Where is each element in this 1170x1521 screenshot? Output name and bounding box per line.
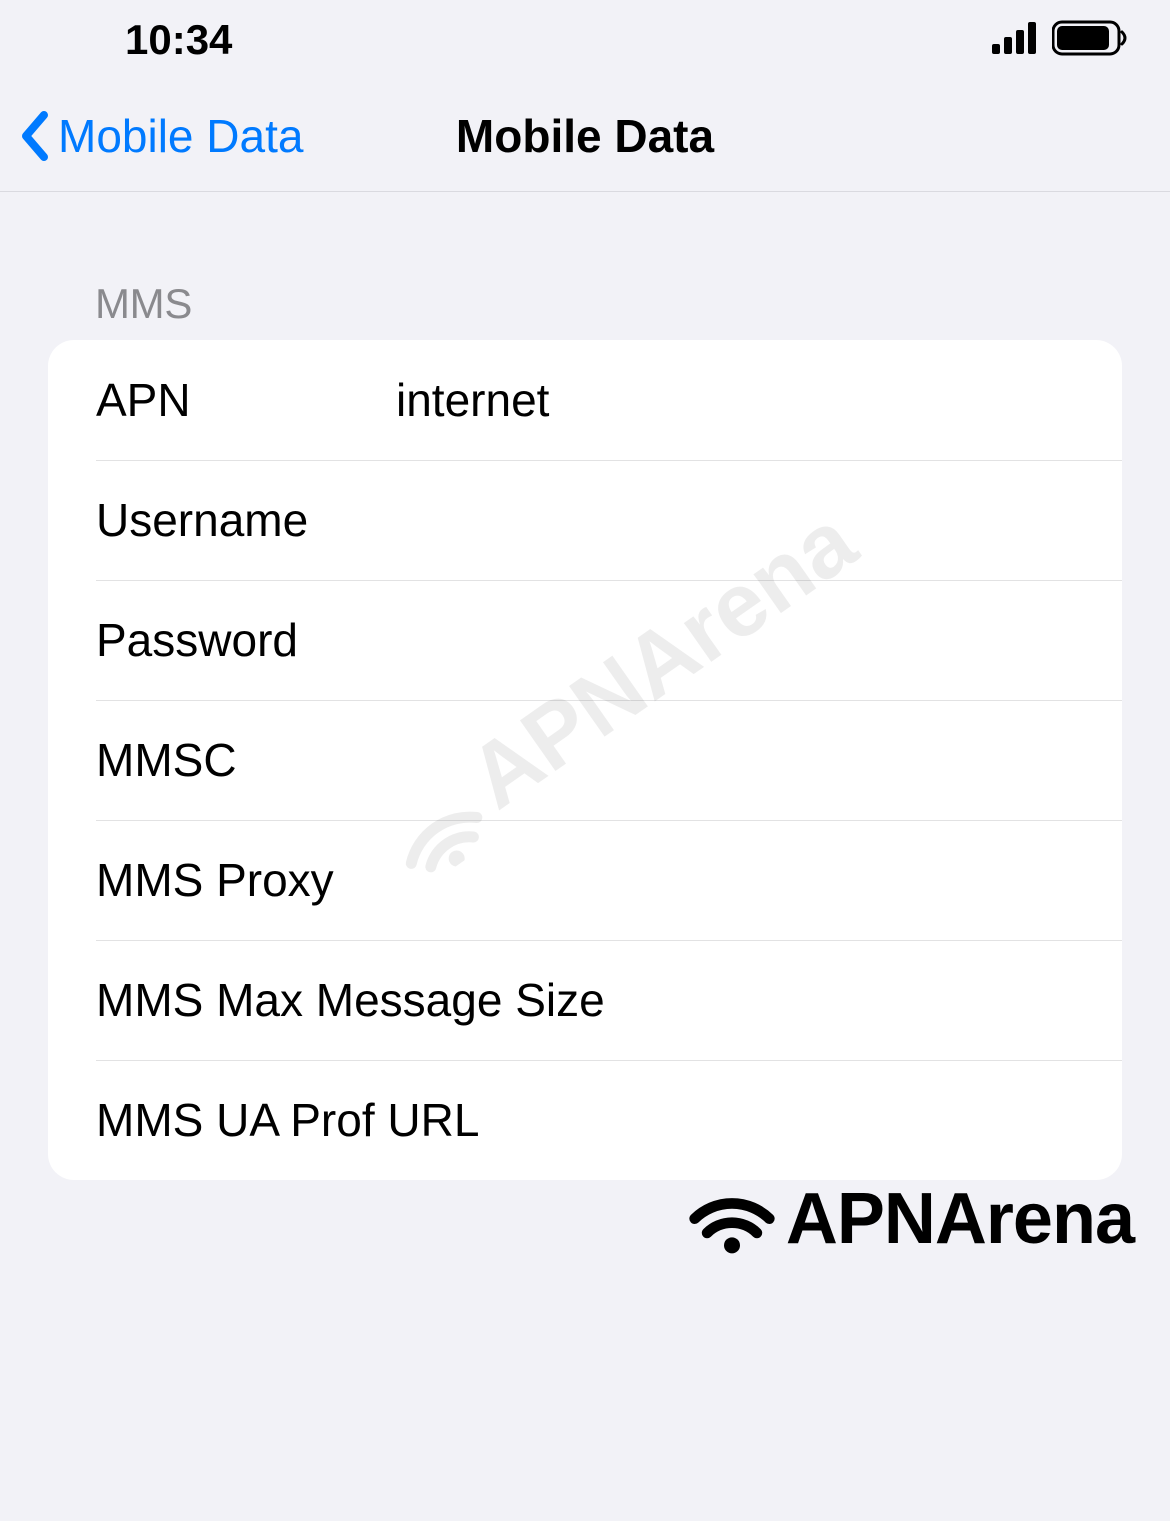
row-mmsc[interactable]: MMSC [48, 700, 1122, 820]
mms-settings-group: APN Username Password MMSC MMS Proxy MMS… [48, 340, 1122, 1180]
mms-proxy-label: MMS Proxy [96, 853, 1074, 907]
chevron-left-icon [18, 111, 50, 161]
watermark-text: APNArena [786, 1178, 1134, 1260]
mms-max-message-size-label: MMS Max Message Size [96, 973, 1074, 1027]
apn-label: APN [96, 373, 396, 427]
row-mms-ua-prof-url[interactable]: MMS UA Prof URL [48, 1060, 1122, 1180]
mmsc-field[interactable] [396, 733, 1074, 787]
status-bar: 10:34 [0, 0, 1170, 80]
username-field[interactable] [396, 493, 1074, 547]
row-apn[interactable]: APN [48, 340, 1122, 460]
status-icons-group [992, 20, 1130, 61]
wifi-icon [686, 1176, 778, 1261]
section-header-mms: MMS [0, 192, 1170, 340]
row-mms-proxy[interactable]: MMS Proxy [48, 820, 1122, 940]
back-button-label: Mobile Data [58, 109, 303, 163]
apn-field[interactable] [396, 373, 1074, 427]
password-label: Password [96, 613, 396, 667]
watermark-logo: APNArena [686, 1176, 1134, 1261]
battery-icon [1052, 20, 1130, 61]
page-title: Mobile Data [456, 109, 714, 163]
password-field[interactable] [396, 613, 1074, 667]
row-username[interactable]: Username [48, 460, 1122, 580]
mmsc-label: MMSC [96, 733, 396, 787]
row-password[interactable]: Password [48, 580, 1122, 700]
row-mms-max-message-size[interactable]: MMS Max Message Size [48, 940, 1122, 1060]
cellular-signal-icon [992, 22, 1040, 59]
username-label: Username [96, 493, 396, 547]
status-time: 10:34 [125, 16, 232, 64]
mms-ua-prof-url-label: MMS UA Prof URL [96, 1093, 1074, 1147]
back-button[interactable]: Mobile Data [18, 109, 303, 163]
nav-bar: Mobile Data Mobile Data [0, 80, 1170, 192]
